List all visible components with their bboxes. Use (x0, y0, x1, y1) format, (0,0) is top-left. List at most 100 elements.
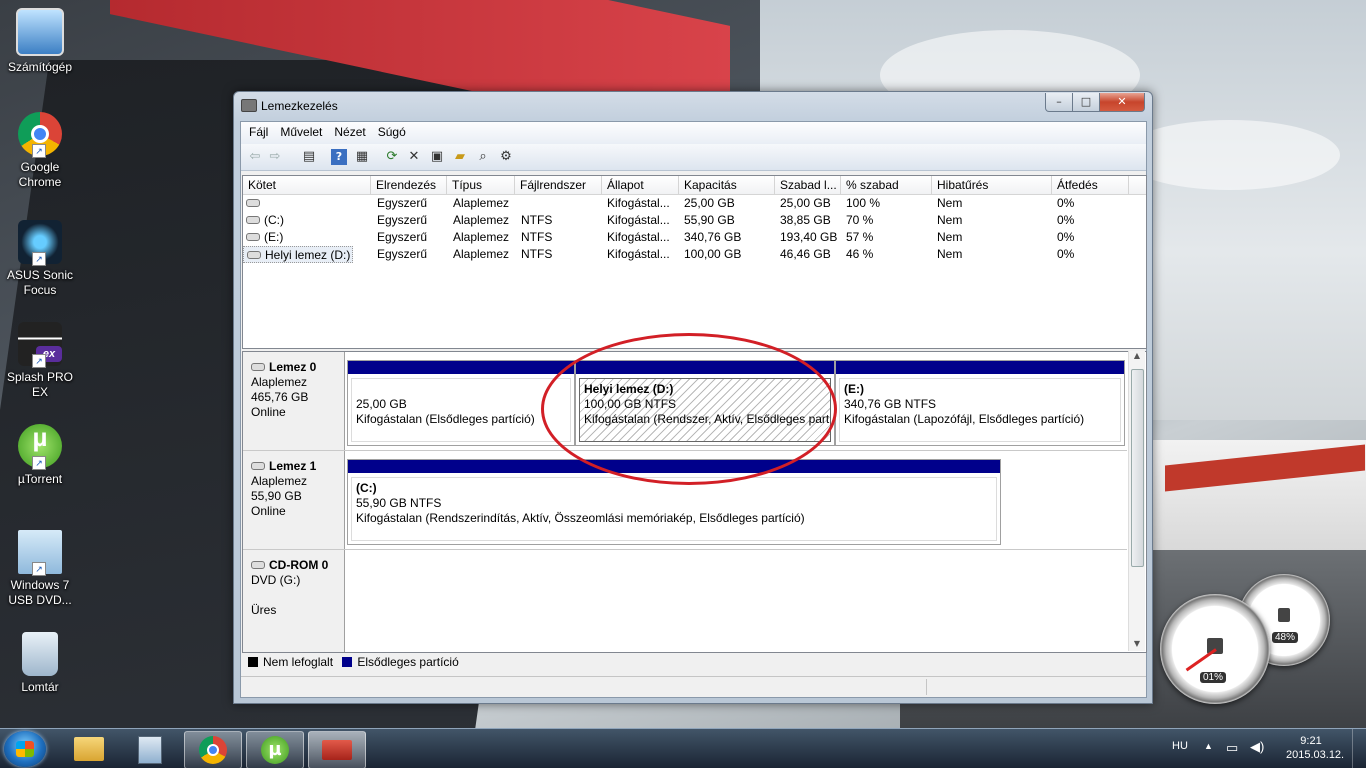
maximize-button[interactable]: □ (1072, 93, 1100, 112)
desktop-icon-windows7-usb-dvd[interactable]: ↗ Windows 7 USB DVD... (0, 530, 80, 608)
volume-row[interactable]: (E:) Egyszerű Alaplemez NTFS Kifogástal.… (243, 229, 1146, 246)
taskbar-utorrent[interactable]: µ (246, 731, 304, 768)
cell-status: Kifogástal... (607, 247, 670, 261)
title-bar[interactable]: Lemezkezelés – □ ✕ (234, 92, 1152, 120)
taskbar-explorer[interactable] (62, 731, 118, 767)
cell-capacity: 55,90 GB (684, 213, 735, 227)
desktop-icon-utorrent[interactable]: µ ↗ µTorrent (0, 424, 80, 487)
open-folder-icon[interactable]: ▰ (452, 149, 468, 165)
col-header-layout[interactable]: Elrendezés (371, 176, 447, 194)
start-button[interactable] (4, 731, 46, 767)
usb-dvd-tool-icon: ↗ (18, 530, 62, 576)
settings-icon[interactable]: ⚙ (498, 149, 514, 165)
desktop-icon-chrome[interactable]: ↗ Google Chrome (0, 112, 80, 190)
col-header-free-space[interactable]: Szabad l... (775, 176, 841, 194)
col-header-fault-tolerance[interactable]: Hibatűrés (932, 176, 1052, 194)
volume-row[interactable]: Egyszerű Alaplemez Kifogástal... 25,00 G… (243, 195, 1146, 212)
taskbar-disk-management[interactable] (308, 731, 366, 768)
cell-fault-tolerance: Nem (937, 213, 963, 227)
cell-overhead: 0% (1057, 230, 1075, 244)
clock[interactable]: 9:21 2015.03.12. (1286, 734, 1344, 768)
console-tree-icon[interactable]: ▤ (301, 149, 317, 165)
show-hidden-icons-icon[interactable]: ▲ (1204, 741, 1213, 768)
cell-layout: Egyszerű (377, 196, 428, 210)
chrome-icon (199, 736, 227, 764)
forward-arrow-icon[interactable]: ⇨ (267, 149, 283, 165)
cell-status: Kifogástal... (607, 213, 670, 227)
recycle-bin-icon (22, 632, 58, 676)
volume-row[interactable]: (C:) Egyszerű Alaplemez NTFS Kifogástal.… (243, 212, 1146, 229)
show-desktop-button[interactable] (1352, 729, 1366, 768)
col-header-percent-free[interactable]: % szabad (841, 176, 932, 194)
utorrent-icon: µ (261, 736, 289, 764)
legend-unallocated: Nem lefoglalt (263, 655, 334, 669)
disk-label[interactable]: Lemez 1 Alaplemez 55,90 GB Online (243, 451, 345, 549)
col-header-filesystem[interactable]: Fájlrendszer (515, 176, 602, 194)
cell-percent-free: 100 % (846, 196, 881, 210)
cpu-gauge[interactable]: 01% (1160, 594, 1270, 704)
splash-pro-ex-icon: ex ↗ (18, 322, 62, 368)
taskbar-chrome[interactable] (184, 731, 242, 768)
disk-label[interactable]: CD-ROM 0 DVD (G:) Üres (243, 550, 345, 652)
scroll-up-icon[interactable]: ▲ (1129, 351, 1145, 363)
close-button[interactable]: ✕ (1099, 93, 1145, 112)
shortcut-arrow-icon: ↗ (32, 144, 46, 158)
col-header-type[interactable]: Típus (447, 176, 515, 194)
toolbar: ⇦ ⇨ ▤ ? ▦ ⟳ ✕ ▣ ▰ ⌕ ⚙ (241, 144, 1146, 171)
delete-icon[interactable]: ✕ (406, 149, 422, 165)
disk-name: CD-ROM 0 (269, 558, 329, 572)
cell-free-space: 46,46 GB (780, 247, 831, 261)
partition-size: 25,00 GB (356, 397, 407, 411)
cell-layout: Egyszerű (377, 213, 428, 227)
legend-swatch-unallocated (248, 657, 258, 667)
desktop-icon-asus-sonic-focus[interactable]: ↗ ASUS Sonic Focus (0, 220, 80, 298)
language-indicator[interactable]: HU (1172, 740, 1188, 768)
cell-fault-tolerance: Nem (937, 230, 963, 244)
properties-icon[interactable]: ▣ (429, 149, 445, 165)
partition-title: (C:) (356, 481, 377, 495)
volume-row-selected[interactable]: Helyi lemez (D:) Egyszerű Alaplemez NTFS… (243, 246, 1146, 263)
menu-help[interactable]: Súgó (370, 122, 410, 139)
minimize-button[interactable]: – (1045, 93, 1073, 112)
status-bar (241, 676, 1146, 697)
action-pane-icon[interactable]: ▦ (354, 149, 370, 165)
desktop-icon-label: Számítógép (7, 60, 73, 74)
disk-icon (251, 363, 265, 372)
disk-type: Alaplemez (251, 474, 308, 488)
col-header-volume[interactable]: Kötet (243, 176, 371, 194)
search-icon[interactable]: ⌕ (475, 149, 491, 165)
scrollbar-thumb[interactable] (1131, 369, 1144, 567)
red-highlight-ellipse (541, 333, 837, 485)
volume-icon[interactable]: ◀) (1250, 739, 1264, 768)
partition-size: 340,76 GB NTFS (844, 397, 937, 411)
disk-label[interactable]: Lemez 0 Alaplemez 465,76 GB Online (243, 352, 345, 450)
volume-list: Kötet Elrendezés Típus Fájlrendszer Álla… (242, 175, 1147, 349)
partition-size: 55,90 GB NTFS (356, 496, 442, 510)
shortcut-arrow-icon: ↗ (32, 562, 46, 576)
volume-icon (246, 199, 260, 208)
desktop-icon-computer[interactable]: Számítógép (0, 8, 80, 75)
help-icon[interactable]: ? (331, 149, 347, 165)
cell-overhead: 0% (1057, 247, 1075, 261)
graphical-view-scrollbar[interactable]: ▲ ▼ (1128, 351, 1145, 651)
legend-swatch-primary (342, 657, 353, 667)
menu-bar: Fájl Művelet Nézet Súgó (241, 122, 1146, 144)
menu-action[interactable]: Művelet (272, 122, 326, 139)
col-header-overhead[interactable]: Átfedés (1052, 176, 1129, 194)
memory-usage-value: 48% (1272, 632, 1299, 643)
menu-view[interactable]: Nézet (326, 122, 369, 139)
network-icon[interactable]: ▭ (1226, 740, 1238, 768)
col-header-status[interactable]: Állapot (602, 176, 679, 194)
volume-list-header: Kötet Elrendezés Típus Fájlrendszer Álla… (243, 176, 1146, 195)
partition-e[interactable]: (E:) 340,76 GB NTFS Kifogástalan (Lapozó… (835, 360, 1125, 446)
desktop-icon-label: Lomtár (21, 680, 59, 694)
desktop-icon-recycle-bin[interactable]: Lomtár (0, 632, 80, 695)
back-arrow-icon[interactable]: ⇦ (247, 149, 263, 165)
desktop-icon-splash-pro-ex[interactable]: ex ↗ Splash PRO EX (0, 322, 80, 400)
scroll-down-icon[interactable]: ▼ (1129, 639, 1145, 651)
taskbar-calculator[interactable] (122, 731, 178, 767)
cell-percent-free: 70 % (846, 213, 874, 227)
col-header-capacity[interactable]: Kapacitás (679, 176, 775, 194)
menu-file[interactable]: Fájl (241, 122, 272, 139)
refresh-icon[interactable]: ⟳ (384, 149, 400, 165)
